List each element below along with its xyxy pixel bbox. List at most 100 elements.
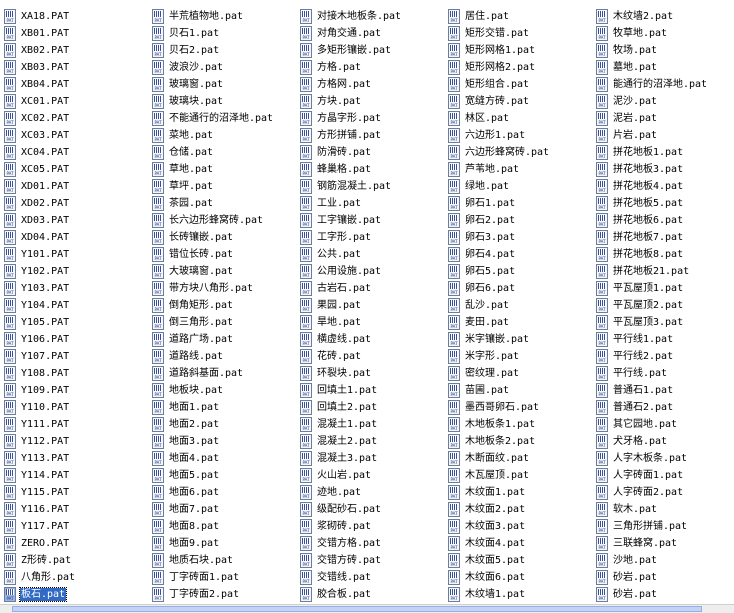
file-item[interactable]: 木断面纹.pat — [448, 450, 596, 467]
file-item[interactable]: 墨西哥卵石.pat — [448, 399, 596, 416]
file-item[interactable]: Y111.PAT — [4, 416, 152, 433]
file-item[interactable]: Y107.PAT — [4, 348, 152, 365]
file-item[interactable]: Y102.PAT — [4, 263, 152, 280]
file-item[interactable]: 木纹墙1.pat — [448, 586, 596, 603]
file-item[interactable]: ZERO.PAT — [4, 535, 152, 552]
file-item[interactable]: 木纹面3.pat — [448, 518, 596, 535]
file-item[interactable]: 麦田.pat — [448, 314, 596, 331]
file-item[interactable]: Y112.PAT — [4, 433, 152, 450]
file-item[interactable]: 拼花地板6.pat — [596, 212, 734, 229]
file-item[interactable]: 方形拼铺.pat — [300, 127, 448, 144]
file-item[interactable]: 平瓦屋顶1.pat — [596, 280, 734, 297]
file-item[interactable]: 多矩形镶嵌.pat — [300, 42, 448, 59]
file-item[interactable]: 卵石5.pat — [448, 263, 596, 280]
file-item[interactable]: 木地板条2.pat — [448, 433, 596, 450]
file-item[interactable]: 平行线1.pat — [596, 331, 734, 348]
file-item[interactable]: 拼花地板21.pat — [596, 263, 734, 280]
file-item[interactable]: 交错线.pat — [300, 569, 448, 586]
file-item[interactable]: XB01.PAT — [4, 25, 152, 42]
file-item[interactable]: 地面9.pat — [152, 535, 300, 552]
scrollbar-thumb[interactable] — [12, 606, 702, 612]
file-item[interactable]: 工业.pat — [300, 195, 448, 212]
file-item[interactable]: 混凝土3.pat — [300, 450, 448, 467]
file-item[interactable]: Z形砖.pat — [4, 552, 152, 569]
file-item[interactable]: 软木.pat — [596, 501, 734, 518]
file-item[interactable]: XC04.PAT — [4, 144, 152, 161]
file-item[interactable]: 地面6.pat — [152, 484, 300, 501]
file-item[interactable]: 对接木地板条.pat — [300, 8, 448, 25]
file-item[interactable]: 平瓦屋顶2.pat — [596, 297, 734, 314]
file-item[interactable]: 地面5.pat — [152, 467, 300, 484]
file-item[interactable]: 胶合板.pat — [300, 586, 448, 603]
file-item[interactable]: 泥沙.pat — [596, 93, 734, 110]
file-item[interactable]: XC05.PAT — [4, 161, 152, 178]
file-item[interactable]: 交错方格.pat — [300, 535, 448, 552]
file-item[interactable]: 木纹面5.pat — [448, 552, 596, 569]
file-item[interactable]: 宽缝方砖.pat — [448, 93, 596, 110]
file-item[interactable]: 菜地.pat — [152, 127, 300, 144]
file-item[interactable]: XC01.PAT — [4, 93, 152, 110]
file-item[interactable]: 牧草地.pat — [596, 25, 734, 42]
file-item[interactable]: 平瓦屋顶3.pat — [596, 314, 734, 331]
file-item[interactable]: 平行线.pat — [596, 365, 734, 382]
file-item[interactable]: 拼花地板3.pat — [596, 161, 734, 178]
file-item[interactable]: 地面8.pat — [152, 518, 300, 535]
file-item[interactable]: 混凝土2.pat — [300, 433, 448, 450]
file-item[interactable]: 人字木板条.pat — [596, 450, 734, 467]
file-item[interactable]: 人字砖面2.pat — [596, 484, 734, 501]
file-item[interactable]: 玻璃窗.pat — [152, 76, 300, 93]
file-item[interactable]: 砂岩.pat — [596, 586, 734, 603]
file-item[interactable]: 片岩.pat — [596, 127, 734, 144]
file-item[interactable]: 木地板条1.pat — [448, 416, 596, 433]
file-item[interactable]: 平行线2.pat — [596, 348, 734, 365]
file-item[interactable]: 三联蜂窝.pat — [596, 535, 734, 552]
file-item[interactable]: 长六边形蜂窝砖.pat — [152, 212, 300, 229]
file-item[interactable]: 草坪.pat — [152, 178, 300, 195]
file-item[interactable]: 木纹面2.pat — [448, 501, 596, 518]
file-item[interactable]: 拼花地板8.pat — [596, 246, 734, 263]
file-item[interactable]: 级配砂石.pat — [300, 501, 448, 518]
file-item[interactable]: 木瓦屋顶.pat — [448, 467, 596, 484]
file-item[interactable]: 蜂巢格.pat — [300, 161, 448, 178]
file-item[interactable]: 矩形组合.pat — [448, 76, 596, 93]
file-item[interactable]: 长砖镶嵌.pat — [152, 229, 300, 246]
file-item[interactable]: 木纹墙2.pat — [596, 8, 734, 25]
file-item[interactable]: 木纹面6.pat — [448, 569, 596, 586]
file-item[interactable]: XB02.PAT — [4, 42, 152, 59]
file-item[interactable]: 贝石2.pat — [152, 42, 300, 59]
file-item[interactable]: 地面1.pat — [152, 399, 300, 416]
file-item[interactable]: 普通石1.pat — [596, 382, 734, 399]
file-item[interactable]: 六边形1.pat — [448, 127, 596, 144]
file-item[interactable]: 六边形蜂窝砖.pat — [448, 144, 596, 161]
file-item[interactable]: 道路广场.pat — [152, 331, 300, 348]
file-item[interactable]: 苗圃.pat — [448, 382, 596, 399]
file-item[interactable]: 倒角矩形.pat — [152, 297, 300, 314]
file-item[interactable]: 防滑砖.pat — [300, 144, 448, 161]
file-item[interactable]: 果园.pat — [300, 297, 448, 314]
file-item[interactable]: 玻璃块.pat — [152, 93, 300, 110]
file-item[interactable]: XD03.PAT — [4, 212, 152, 229]
file-item[interactable]: 能通行的沼泽地.pat — [596, 76, 734, 93]
file-item[interactable]: 拼花地板7.pat — [596, 229, 734, 246]
file-item[interactable]: 大玻璃窗.pat — [152, 263, 300, 280]
file-item[interactable]: 浆砌砖.pat — [300, 518, 448, 535]
file-item[interactable]: 倒三角形.pat — [152, 314, 300, 331]
file-item[interactable]: 人字砖面1.pat — [596, 467, 734, 484]
file-item[interactable]: 道路斜基面.pat — [152, 365, 300, 382]
file-item[interactable]: 地面7.pat — [152, 501, 300, 518]
file-item[interactable]: 卵石2.pat — [448, 212, 596, 229]
file-item[interactable]: 对角交通.pat — [300, 25, 448, 42]
horizontal-scrollbar[interactable] — [0, 604, 734, 613]
file-item[interactable]: 混凝土1.pat — [300, 416, 448, 433]
file-item[interactable]: 拼花地板1.pat — [596, 144, 734, 161]
file-item[interactable]: 古岩石.pat — [300, 280, 448, 297]
file-item[interactable]: 公共.pat — [300, 246, 448, 263]
file-item[interactable]: 木纹面1.pat — [448, 484, 596, 501]
file-item[interactable]: Y106.PAT — [4, 331, 152, 348]
file-item[interactable]: 卵石4.pat — [448, 246, 596, 263]
file-item[interactable]: 地面4.pat — [152, 450, 300, 467]
file-item[interactable]: 米字镶嵌.pat — [448, 331, 596, 348]
file-item[interactable]: 回填土2.pat — [300, 399, 448, 416]
file-item[interactable]: 拼花地板5.pat — [596, 195, 734, 212]
file-item[interactable]: 丁字砖面1.pat — [152, 569, 300, 586]
